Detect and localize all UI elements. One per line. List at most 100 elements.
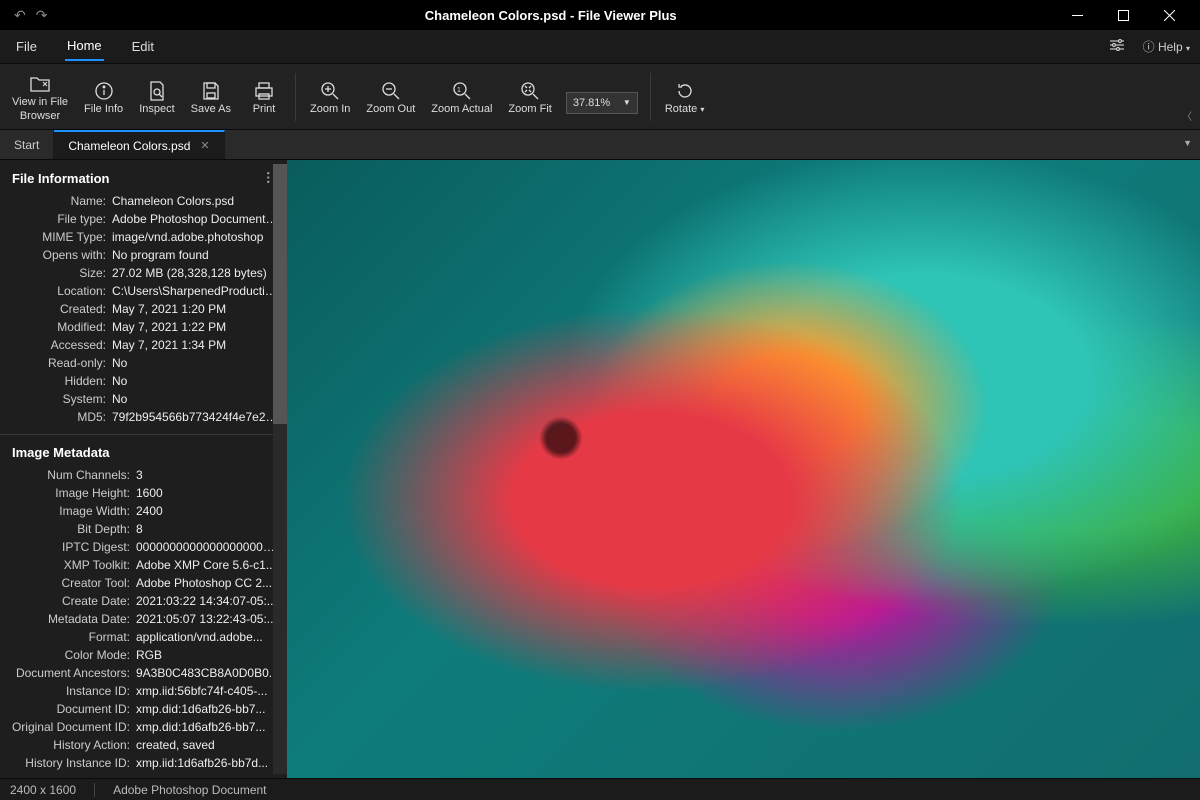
meta-value: created, saved bbox=[136, 738, 287, 752]
meta-key: XMP Toolkit: bbox=[0, 558, 136, 572]
info-key: MIME Type: bbox=[0, 230, 112, 244]
zoom-actual-button[interactable]: 1 Zoom Actual bbox=[423, 66, 500, 128]
tab-overflow-icon[interactable]: ▼ bbox=[1183, 138, 1192, 148]
status-dimensions: 2400 x 1600 bbox=[10, 783, 76, 797]
menubar: File Home Edit ⓘ Help ▾ bbox=[0, 30, 1200, 64]
metadata-row: Image Width:2400 bbox=[0, 502, 287, 520]
help-menu[interactable]: ⓘ Help ▾ bbox=[1143, 38, 1190, 55]
meta-key: Document ID: bbox=[0, 702, 136, 716]
undo-icon[interactable]: ↶ bbox=[14, 7, 26, 24]
metadata-row: Format:application/vnd.adobe... bbox=[0, 628, 287, 646]
image-metadata-header: Image Metadata bbox=[0, 435, 287, 466]
info-value: Adobe Photoshop Document (.... bbox=[112, 212, 287, 226]
metadata-row: Color Mode:RGB bbox=[0, 646, 287, 664]
close-tab-icon[interactable]: ✕ bbox=[200, 139, 209, 152]
tab-strip: Start Chameleon Colors.psd ✕ ▼ bbox=[0, 130, 1200, 160]
file-info-row: MIME Type:image/vnd.adobe.photoshop bbox=[0, 228, 287, 246]
file-info-row: MD5:79f2b954566b773424f4e7e247c... bbox=[0, 408, 287, 426]
toolbar-separator bbox=[295, 73, 296, 121]
rotate-button[interactable]: Rotate ▾ bbox=[657, 66, 713, 128]
meta-value: application/vnd.adobe... bbox=[136, 630, 287, 644]
file-info-button[interactable]: File Info bbox=[76, 66, 131, 128]
metadata-row: Document ID:xmp.did:1d6afb26-bb7... bbox=[0, 700, 287, 718]
tab-file[interactable]: Chameleon Colors.psd ✕ bbox=[54, 130, 224, 159]
info-key: Modified: bbox=[0, 320, 112, 334]
meta-key: Format: bbox=[0, 630, 136, 644]
save-as-button[interactable]: Save As bbox=[183, 66, 239, 128]
info-key: MD5: bbox=[0, 410, 112, 424]
metadata-row: Creator Tool:Adobe Photoshop CC 2... bbox=[0, 574, 287, 592]
meta-value: 2021:05:07 13:22:43-05:... bbox=[136, 612, 287, 626]
metadata-row: Image Height:1600 bbox=[0, 484, 287, 502]
zoom-in-button[interactable]: Zoom In bbox=[302, 66, 358, 128]
file-info-row: Name:Chameleon Colors.psd bbox=[0, 192, 287, 210]
metadata-row: Num Channels:3 bbox=[0, 466, 287, 484]
info-value: May 7, 2021 1:34 PM bbox=[112, 338, 287, 352]
metadata-row: Original Document ID:xmp.did:1d6afb26-bb… bbox=[0, 718, 287, 736]
status-bar: 2400 x 1600 Adobe Photoshop Document bbox=[0, 778, 1200, 800]
document-search-icon bbox=[148, 79, 166, 103]
view-in-file-browser-button[interactable]: View in File Browser bbox=[4, 66, 76, 128]
info-sidebar: File Information ⋯ Name:Chameleon Colors… bbox=[0, 160, 287, 778]
zoom-fit-icon bbox=[520, 79, 540, 103]
print-button[interactable]: Print bbox=[239, 66, 289, 128]
file-info-row: Opens with:No program found bbox=[0, 246, 287, 264]
file-info-row: Created:May 7, 2021 1:20 PM bbox=[0, 300, 287, 318]
file-info-row: Location:C:\Users\SharpenedProductio... bbox=[0, 282, 287, 300]
info-value: 27.02 MB (28,328,128 bytes) bbox=[112, 266, 287, 280]
zoom-in-icon bbox=[320, 79, 340, 103]
metadata-row: Bit Depth:8 bbox=[0, 520, 287, 538]
meta-value: Adobe Photoshop CC 2... bbox=[136, 576, 287, 590]
menu-edit[interactable]: Edit bbox=[130, 33, 156, 60]
file-info-row: Hidden:No bbox=[0, 372, 287, 390]
metadata-row: Create Date:2021:03:22 14:34:07-05:... bbox=[0, 592, 287, 610]
meta-value: 3 bbox=[136, 468, 287, 482]
tab-start[interactable]: Start bbox=[0, 130, 54, 159]
print-icon bbox=[254, 79, 274, 103]
menu-file[interactable]: File bbox=[14, 33, 39, 60]
collapse-ribbon-icon[interactable]: 〈 bbox=[1182, 108, 1192, 123]
meta-key: Creator Tool: bbox=[0, 576, 136, 590]
image-viewer[interactable] bbox=[287, 160, 1200, 778]
svg-text:1: 1 bbox=[457, 87, 461, 94]
metadata-row: Metadata Date:2021:05:07 13:22:43-05:... bbox=[0, 610, 287, 628]
menu-home[interactable]: Home bbox=[65, 32, 104, 61]
close-button[interactable] bbox=[1146, 0, 1192, 30]
zoom-out-button[interactable]: Zoom Out bbox=[358, 66, 423, 128]
inspect-button[interactable]: Inspect bbox=[131, 66, 182, 128]
status-filetype: Adobe Photoshop Document bbox=[113, 783, 266, 797]
meta-key: Metadata Date: bbox=[0, 612, 136, 626]
meta-key: Color Mode: bbox=[0, 648, 136, 662]
save-icon bbox=[201, 79, 221, 103]
zoom-actual-icon: 1 bbox=[452, 79, 472, 103]
info-key: Accessed: bbox=[0, 338, 112, 352]
info-value: May 7, 2021 1:22 PM bbox=[112, 320, 287, 334]
rotate-icon bbox=[675, 79, 695, 103]
zoom-fit-button[interactable]: Zoom Fit bbox=[500, 66, 559, 128]
meta-key: IPTC Digest: bbox=[0, 540, 136, 554]
info-value: 79f2b954566b773424f4e7e247c... bbox=[112, 410, 287, 424]
minimize-button[interactable] bbox=[1054, 0, 1100, 30]
file-info-row: Read-only:No bbox=[0, 354, 287, 372]
redo-icon[interactable]: ↷ bbox=[36, 7, 48, 24]
chevron-down-icon: ▼ bbox=[623, 98, 631, 107]
meta-key: Num Channels: bbox=[0, 468, 136, 482]
metadata-row: XMP Toolkit:Adobe XMP Core 5.6-c1... bbox=[0, 556, 287, 574]
metadata-row: History Instance ID:xmp.iid:1d6afb26-bb7… bbox=[0, 754, 287, 772]
info-key: Read-only: bbox=[0, 356, 112, 370]
meta-value: RGB bbox=[136, 648, 287, 662]
meta-value: 9A3B0C483CB8A0D0B0... bbox=[136, 666, 287, 680]
settings-icon[interactable] bbox=[1109, 39, 1125, 54]
info-value: May 7, 2021 1:20 PM bbox=[112, 302, 287, 316]
toolbar-separator bbox=[650, 73, 651, 121]
metadata-row: Instance ID:xmp.iid:56bfc74f-c405-... bbox=[0, 682, 287, 700]
info-key: Opens with: bbox=[0, 248, 112, 262]
zoom-level-select[interactable]: 37.81% ▼ bbox=[566, 92, 638, 114]
metadata-row: IPTC Digest:0000000000000000000000... bbox=[0, 538, 287, 556]
file-info-row: System:No bbox=[0, 390, 287, 408]
info-key: Location: bbox=[0, 284, 112, 298]
file-info-row: Modified:May 7, 2021 1:22 PM bbox=[0, 318, 287, 336]
maximize-button[interactable] bbox=[1100, 0, 1146, 30]
info-key: Size: bbox=[0, 266, 112, 280]
sidebar-scrollbar-thumb[interactable] bbox=[273, 164, 287, 424]
